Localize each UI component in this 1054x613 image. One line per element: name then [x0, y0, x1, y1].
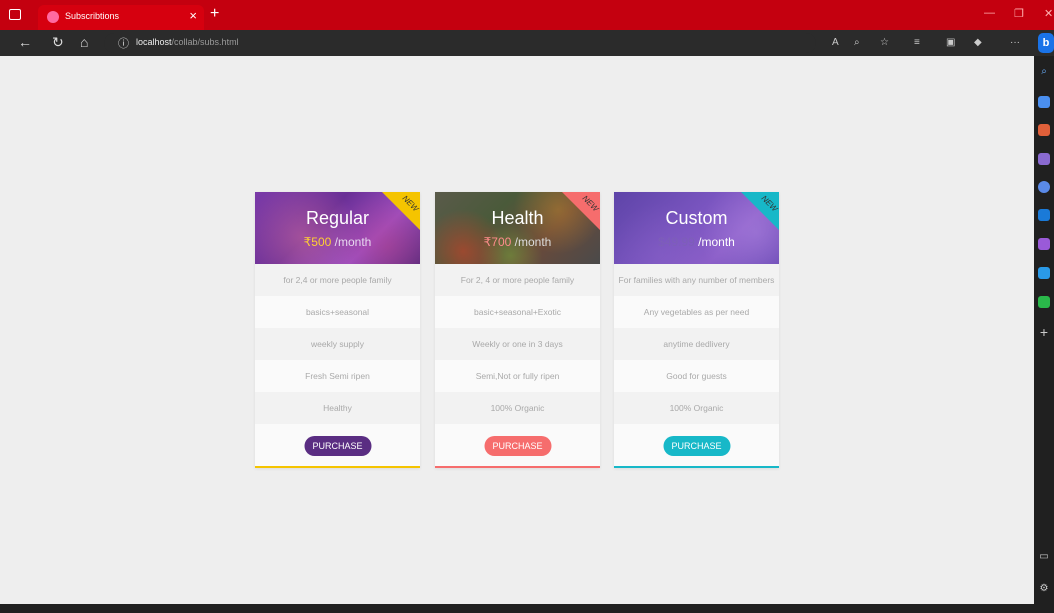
tab-actions-icon[interactable]	[9, 9, 21, 20]
collections-icon[interactable]: ▣	[946, 37, 955, 48]
plan-feature: anytime dedlivery	[614, 328, 779, 360]
menu-icon[interactable]: ···	[1010, 37, 1020, 48]
purchase-button[interactable]: PURCHASE	[484, 436, 551, 456]
bing-chat-icon[interactable]: b	[1038, 33, 1054, 53]
browser-tab[interactable]: Subscribtions ×	[38, 5, 204, 30]
plan-feature: For 2, 4 or more people family	[435, 264, 600, 296]
plan-feature: basics+seasonal	[305, 307, 370, 317]
sidebar-toggle-icon[interactable]: ▭	[1038, 551, 1050, 563]
new-tab-button[interactable]: +	[210, 5, 219, 23]
plan-price: ₹700 /month	[483, 235, 552, 249]
edge-sidebar: ⌕ + ▭ ⚙	[1034, 56, 1054, 613]
address-bar[interactable]: ⓘ localhost/collab/subs.html	[104, 33, 816, 53]
plan-feature: Good for guests	[666, 371, 727, 381]
plan-header: NEW Regular ₹500 /month	[255, 192, 420, 264]
plan-title: Custom	[665, 208, 728, 228]
url-text: localhost/collab/subs.html	[136, 37, 239, 47]
plan-feature: for 2,4 or more people family	[255, 264, 420, 296]
plan-card-custom: NEW Custom $49.99 /month For families wi…	[614, 192, 779, 468]
tab-close-icon[interactable]: ×	[189, 8, 197, 23]
plan-title: Health	[491, 208, 544, 228]
plan-feature: Fresh Semi ripen	[305, 371, 370, 381]
send-icon[interactable]	[1038, 267, 1050, 279]
plan-feature: 100% Organic	[614, 392, 779, 424]
plan-feature: Semi,Not or fully ripen	[475, 371, 560, 381]
refresh-icon[interactable]: ↻	[52, 34, 64, 51]
plan-price: ₹500 /month	[303, 235, 372, 249]
plan-feature: 100% Organic	[435, 392, 600, 424]
shopping-icon[interactable]	[1038, 96, 1050, 108]
plan-feature: Healthy	[255, 392, 420, 424]
status-strip	[0, 604, 1034, 613]
restore-icon[interactable]: ❐	[1014, 7, 1024, 20]
office-icon[interactable]	[1038, 181, 1050, 193]
people-icon[interactable]	[1038, 153, 1050, 165]
plan-feature: Weekly or one in 3 days	[435, 328, 600, 360]
home-icon[interactable]: ⌂	[80, 34, 88, 50]
extension-icon[interactable]: ◆	[974, 37, 982, 48]
plan-feature: basic+seasonal+Exotic	[474, 307, 561, 317]
page-viewport: NEW Regular ₹500 /month for 2,4 or more …	[0, 56, 1034, 604]
plan-price: $49.99 /month	[658, 235, 735, 249]
plan-feature: For families with any number of members	[614, 264, 779, 296]
favorite-icon[interactable]: ☆	[880, 37, 889, 48]
tree-icon[interactable]	[1038, 296, 1050, 308]
purchase-button[interactable]: PURCHASE	[304, 436, 371, 456]
settings-icon[interactable]: ⚙	[1038, 583, 1050, 595]
toolbar: ← ↻ ⌂ ⓘ localhost/collab/subs.html A ⌕ ☆…	[0, 30, 1054, 56]
card-accent-bar	[255, 466, 420, 468]
favorites-icon[interactable]: ≡	[914, 37, 920, 48]
read-aloud-icon[interactable]: A	[832, 37, 839, 48]
add-icon[interactable]: +	[1038, 325, 1050, 339]
search-icon[interactable]: ⌕	[1038, 66, 1050, 78]
plan-feature: weekly supply	[255, 328, 420, 360]
plan-card-health: NEW Health ₹700 /month For 2, 4 or more …	[435, 192, 600, 468]
tools-icon[interactable]	[1038, 124, 1050, 136]
back-icon[interactable]: ←	[18, 34, 32, 50]
tab-title: Subscribtions	[65, 11, 120, 21]
minimize-icon[interactable]: —	[984, 7, 995, 19]
plan-feature: Any vegetables as per need	[643, 307, 750, 317]
window-close-icon[interactable]: ✕	[1044, 7, 1053, 20]
favicon-icon	[47, 11, 59, 23]
plan-header: NEW Custom $49.99 /month	[614, 192, 779, 264]
plan-header: NEW Health ₹700 /month	[435, 192, 600, 264]
tab-strip: Subscribtions × + — ❐ ✕	[0, 0, 1054, 30]
site-info-icon[interactable]: ⓘ	[118, 35, 129, 51]
purchase-button[interactable]: PURCHASE	[663, 436, 730, 456]
plan-title: Regular	[305, 208, 370, 228]
designer-icon[interactable]	[1038, 238, 1050, 250]
card-accent-bar	[435, 466, 600, 468]
outlook-icon[interactable]	[1038, 209, 1050, 221]
plan-card-regular: NEW Regular ₹500 /month for 2,4 or more …	[255, 192, 420, 468]
card-accent-bar	[614, 466, 779, 468]
zoom-icon[interactable]: ⌕	[854, 37, 860, 48]
